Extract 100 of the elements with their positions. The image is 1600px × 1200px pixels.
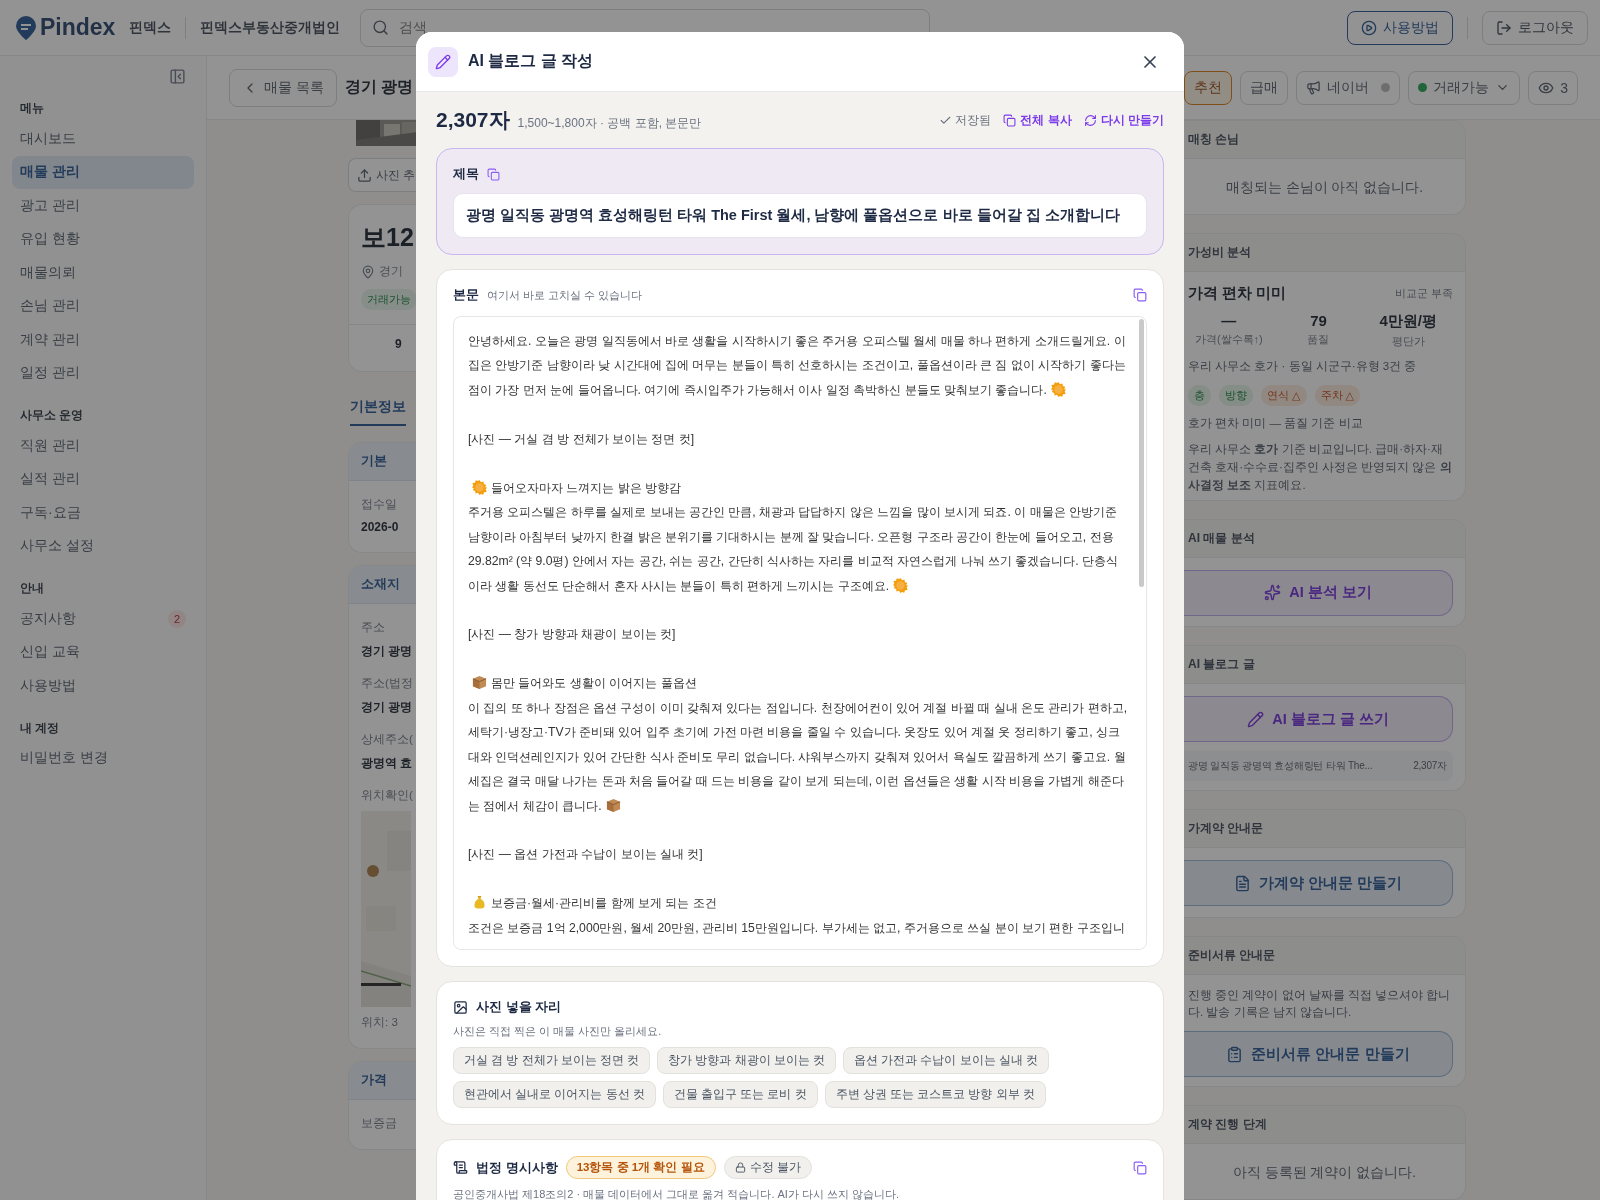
analysis-note: 비교군 부족 bbox=[1394, 285, 1453, 301]
section-heading: 보증금·월세·관리비를 함께 보게 되는 조건 bbox=[468, 891, 1128, 916]
copy-button[interactable] bbox=[1133, 1160, 1147, 1175]
field-label: 주소 bbox=[361, 620, 386, 635]
page-title: 경기 광명 bbox=[344, 77, 414, 97]
search-icon bbox=[372, 18, 390, 36]
collapse-sidebar-icon[interactable] bbox=[169, 68, 186, 85]
score-tag: 층 bbox=[1188, 384, 1211, 406]
sidebar-item[interactable]: 신입 교육 bbox=[12, 635, 194, 669]
field-value: 광명역 효 bbox=[361, 755, 410, 772]
disclaimer-text: 우리 사무소 호가 기준 비교입니다. 급매·하자·재건축 호재·수수료·집주인 사정은 반영되지 않은 의사결정 보조 지표예요. bbox=[1187, 442, 1453, 494]
comparison-summary: 호가 편차 미미 — 품질 기준 비교 bbox=[1187, 415, 1364, 431]
sidebar-item[interactable]: 대시보드 bbox=[12, 122, 194, 156]
photo-shot-chip: 건물 출입구 또는 로비 컷 bbox=[662, 1081, 818, 1108]
panel-header: AI 블로그 글 bbox=[1184, 646, 1465, 685]
sidebar-item[interactable]: 실적 관리 bbox=[12, 462, 194, 496]
brand-name: 핀덱스 bbox=[129, 18, 172, 37]
panel-action-button[interactable]: 가계약 안내문 만들기 bbox=[1184, 860, 1453, 907]
field-value: 경기 광명 bbox=[361, 643, 410, 660]
play-icon bbox=[1361, 19, 1377, 36]
field-hint: 여기서 바로 고치실 수 있습니다 bbox=[487, 287, 643, 303]
sidebar-item[interactable]: 비밀번호 변경 bbox=[12, 741, 194, 775]
field-label: 주소(법정 bbox=[361, 676, 410, 691]
photo-placeholder-text: [사진 — 거실 겸 방 전체가 보이는 정면 컷] bbox=[468, 430, 696, 448]
body-text-field[interactable] bbox=[453, 316, 1147, 950]
status-dropdown[interactable]: 거래가능 bbox=[1408, 70, 1521, 105]
scroll-icon bbox=[453, 1160, 468, 1175]
score-tag: 방향 bbox=[1219, 384, 1253, 406]
upload-icon bbox=[357, 167, 372, 183]
sun-icon bbox=[893, 577, 909, 593]
field-label: 본문 bbox=[453, 286, 479, 304]
stat-label: 가격(쌀수록↑) bbox=[1193, 331, 1264, 347]
lock-icon bbox=[734, 1162, 746, 1173]
clipboard-icon bbox=[1226, 1045, 1244, 1063]
photo-shot-chip: 현관에서 실내로 이어지는 동선 컷 bbox=[453, 1081, 656, 1108]
refresh-icon bbox=[1083, 113, 1097, 127]
pin-logo-icon bbox=[16, 15, 36, 40]
tag-toggle[interactable]: 추천 bbox=[1184, 70, 1233, 105]
draft-count: 2,307자 bbox=[1413, 759, 1447, 774]
detail-tab[interactable]: 기본정보 bbox=[350, 392, 406, 426]
panel-action-button[interactable]: AI 블로그 글 쓰기 bbox=[1184, 696, 1453, 743]
photo-placeholder-text: [사진 — 옵션 가전과 수납이 보이는 실내 컷] bbox=[468, 846, 704, 864]
sidebar-item[interactable]: 구독·요금 bbox=[12, 496, 194, 530]
count-badge: 2 bbox=[168, 609, 186, 628]
panel-action-button[interactable]: 준비서류 안내문 만들기 bbox=[1184, 1031, 1453, 1078]
score-tag: 연식 △ bbox=[1261, 384, 1307, 406]
photo-shot-chip: 주변 상권 또는 코스트코 방향 외부 컷 bbox=[824, 1081, 1046, 1108]
naver-toggle[interactable]: 네이버 bbox=[1296, 70, 1401, 105]
photo-placeholder-text: [사진 — 창가 방향과 채광이 보이는 컷] bbox=[468, 626, 677, 644]
package-icon bbox=[472, 675, 487, 691]
location-pin-icon bbox=[361, 264, 375, 279]
logout-button[interactable]: 로그아웃 bbox=[1482, 10, 1588, 45]
scrollbar-thumb[interactable] bbox=[1139, 319, 1144, 587]
sparkle-icon bbox=[1264, 584, 1282, 602]
logout-icon bbox=[1496, 19, 1512, 36]
sidebar-item[interactable]: 손님 관리 bbox=[12, 289, 194, 323]
sidebar-item[interactable]: 유입 현황 bbox=[12, 222, 194, 256]
sidebar-item[interactable]: 일정 관리 bbox=[12, 356, 194, 390]
panel-header: 가계약 안내문 bbox=[1184, 810, 1465, 849]
views-button[interactable]: 3 bbox=[1528, 70, 1578, 105]
status-tag: 거래가능 bbox=[361, 289, 417, 310]
card-hint: 공인중개사법 제18조의2 · 매물 데이터에서 그대로 옮겨 적습니다. AI가 다시 쓰지 않습니다. bbox=[453, 1187, 901, 1200]
panel-header: 매칭 손님 bbox=[1184, 121, 1465, 159]
panel-header: 계약 진행 단계 bbox=[1184, 1106, 1465, 1145]
copy-button[interactable] bbox=[487, 167, 500, 181]
title-field[interactable]: 광명 일직동 광명역 효성해링턴 타워 The First 월세, 남향에 풀옵션으로 바로 들어갈 집 소개합니다 bbox=[453, 193, 1147, 238]
saved-draft-item[interactable]: 광명 일직동 광명역 효성해링턴 타워 The... 2,307자 bbox=[1184, 751, 1453, 782]
sidebar-item[interactable]: 사용방법 bbox=[12, 669, 194, 703]
sidebar-item[interactable]: 매물의뢰 bbox=[12, 256, 194, 290]
sidebar-section-title: 사무소 운영 bbox=[19, 408, 85, 423]
analysis-headline: 가격 편차 미미 bbox=[1187, 283, 1287, 303]
guide-button[interactable]: 사용방법 bbox=[1347, 10, 1453, 45]
stat-value: 4만원/평 bbox=[1378, 311, 1438, 331]
regenerate-button[interactable]: 다시 만들기 bbox=[1083, 111, 1164, 129]
stat-value: — bbox=[1220, 311, 1238, 329]
sidebar-item[interactable]: 매물 관리 bbox=[12, 155, 194, 189]
sun-icon bbox=[472, 479, 487, 495]
copy-button[interactable] bbox=[1133, 288, 1147, 302]
status-dot bbox=[1418, 83, 1428, 92]
photo-shot-chip: 창가 방향과 채광이 보이는 컷 bbox=[657, 1047, 836, 1074]
back-button[interactable]: 매물 목록 bbox=[229, 68, 337, 107]
sun-icon bbox=[1050, 381, 1066, 397]
card-title: 사진 넣을 자리 bbox=[476, 998, 562, 1016]
logo[interactable]: Pindex bbox=[16, 14, 116, 41]
sidebar-item[interactable]: 계약 관리 bbox=[12, 323, 194, 357]
tag-toggle[interactable]: 급매 bbox=[1240, 70, 1289, 105]
panel-action-button[interactable]: AI 분석 보기 bbox=[1184, 569, 1453, 616]
photo-shot-chip: 거실 겸 방 전체가 보이는 정면 컷 bbox=[453, 1047, 651, 1074]
copy-all-button[interactable]: 전체 복사 bbox=[1003, 111, 1072, 129]
sidebar-item[interactable]: 사무소 설정 bbox=[12, 529, 194, 563]
body-paragraph: 조건은 보증금 1억 2,000만원, 월세 20만원, 관리비 15만원입니다. 부가세는 없고, 주거용으로 쓰실 분이 보기 편한 구조입니 bbox=[468, 919, 1126, 937]
field-label: 제목 bbox=[453, 165, 479, 183]
panel-header: 가성비 분석 bbox=[1184, 233, 1465, 272]
listing-address: 경기 bbox=[379, 264, 403, 279]
money-bag-icon bbox=[472, 895, 487, 911]
sidebar-item[interactable]: 공지사항 2 bbox=[12, 602, 194, 636]
sidebar-item[interactable]: 직원 관리 bbox=[12, 429, 194, 463]
score-tag: 주차 △ bbox=[1314, 384, 1361, 406]
sidebar-item[interactable]: 광고 관리 bbox=[12, 189, 194, 223]
comparison-basis: 우리 사무소 호가 · 동일 시군구·유형 3건 중 bbox=[1187, 358, 1418, 374]
